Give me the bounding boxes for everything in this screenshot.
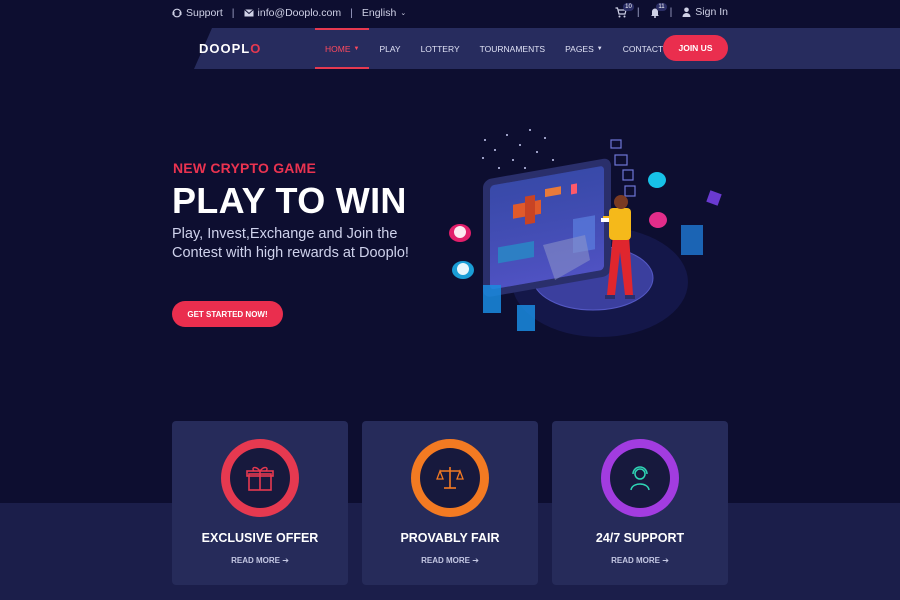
chevron-down-icon: ⌄ (400, 10, 407, 17)
signin-link[interactable]: Sign In (682, 6, 728, 18)
nav-menu: HOME ▼ PLAY LOTTERY TOURNAMENTS PAGES ▼ CO… (315, 28, 673, 69)
mail-icon (243, 9, 254, 17)
email-link[interactable]: info@Dooplo.com (243, 7, 342, 19)
feature-title: PROVABLY FAIR (400, 531, 500, 545)
support-link[interactable]: Support (172, 7, 223, 19)
top-bar-contact: Support | info@Dooplo.com | English ⌄ (172, 7, 406, 19)
read-more-link[interactable]: READ MORE ➔ (172, 556, 348, 565)
notification-count-badge: 11 (656, 2, 667, 11)
nav-item-tournaments[interactable]: TOURNAMENTS (470, 28, 556, 69)
cart-button[interactable]: 10 (615, 2, 634, 18)
nav-item-label: PLAY (379, 43, 401, 54)
logo-text: DOOPL (199, 41, 251, 56)
hero-headline: PLAY TO WIN (172, 180, 407, 221)
nav-item-pages[interactable]: PAGES ▼ (555, 28, 613, 69)
nav-item-label: LOTTERY (420, 43, 460, 54)
cart-count-badge: 10 (623, 2, 634, 11)
support-icon (172, 8, 182, 18)
support-label: Support (186, 7, 223, 19)
headset-icon (630, 466, 650, 491)
feature-icon-ring (411, 439, 489, 517)
hero-illustration (449, 129, 722, 337)
caret-down-icon: ▼ (596, 45, 603, 52)
nav-item-label: TOURNAMENTS (479, 43, 546, 54)
feature-icon-ring (601, 439, 679, 517)
feature-card-provably-fair: PROVABLY FAIR READ MORE ➔ (362, 421, 538, 585)
divider: | (636, 6, 640, 18)
read-more-link[interactable]: READ MORE ➔ (362, 556, 538, 565)
scale-icon (436, 467, 464, 489)
divider: | (350, 7, 353, 19)
notifications-button[interactable]: 11 (650, 2, 667, 18)
email-label: info@Dooplo.com (257, 7, 342, 19)
feature-icon-inner (230, 448, 290, 508)
divider: | (669, 6, 673, 18)
join-us-button[interactable]: JOIN US (663, 35, 728, 61)
nav-item-label: CONTACT (622, 43, 664, 54)
feature-icon-inner (420, 448, 480, 508)
nav-item-lottery[interactable]: LOTTERY (411, 28, 470, 69)
top-bar: Support | info@Dooplo.com | English ⌄ 10… (0, 0, 900, 28)
top-bar-actions: 10 | 11 | Sign In (615, 2, 728, 18)
language-label: English (361, 7, 397, 19)
feature-card-support: 24/7 SUPPORT READ MORE ➔ (552, 421, 728, 585)
feature-title: 24/7 SUPPORT (595, 531, 685, 545)
feature-card-exclusive-offer: EXCLUSIVE OFFER READ MORE ➔ (172, 421, 348, 585)
nav-item-label: PAGES (565, 43, 594, 54)
read-more-link[interactable]: READ MORE ➔ (552, 556, 728, 565)
nav-item-label: HOME (325, 43, 351, 54)
get-started-button[interactable]: GET STARTED NOW! (172, 301, 283, 327)
nav-item-play[interactable]: PLAY (369, 28, 410, 69)
divider: | (231, 7, 235, 19)
main-navigation: DOOPLO HOME ▼ PLAY LOTTERY TOURNAMENTS PA… (172, 28, 900, 69)
nav-item-home[interactable]: HOME ▼ (315, 28, 370, 69)
signin-label: Sign In (695, 6, 728, 18)
site-logo[interactable]: DOOPLO (199, 41, 261, 56)
logo-accent: O (250, 41, 262, 56)
hero-description: Play, Invest,Exchange and Join the Conte… (172, 226, 409, 261)
hero-eyebrow: NEW CRYPTO GAME (173, 160, 317, 176)
gift-icon (246, 466, 274, 491)
caret-down-icon: ▼ (353, 45, 360, 52)
feature-icon-inner (610, 448, 670, 508)
user-icon (682, 7, 691, 17)
language-select[interactable]: English ⌄ (362, 7, 406, 19)
feature-title: EXCLUSIVE OFFER (201, 531, 319, 545)
feature-icon-ring (221, 439, 299, 517)
